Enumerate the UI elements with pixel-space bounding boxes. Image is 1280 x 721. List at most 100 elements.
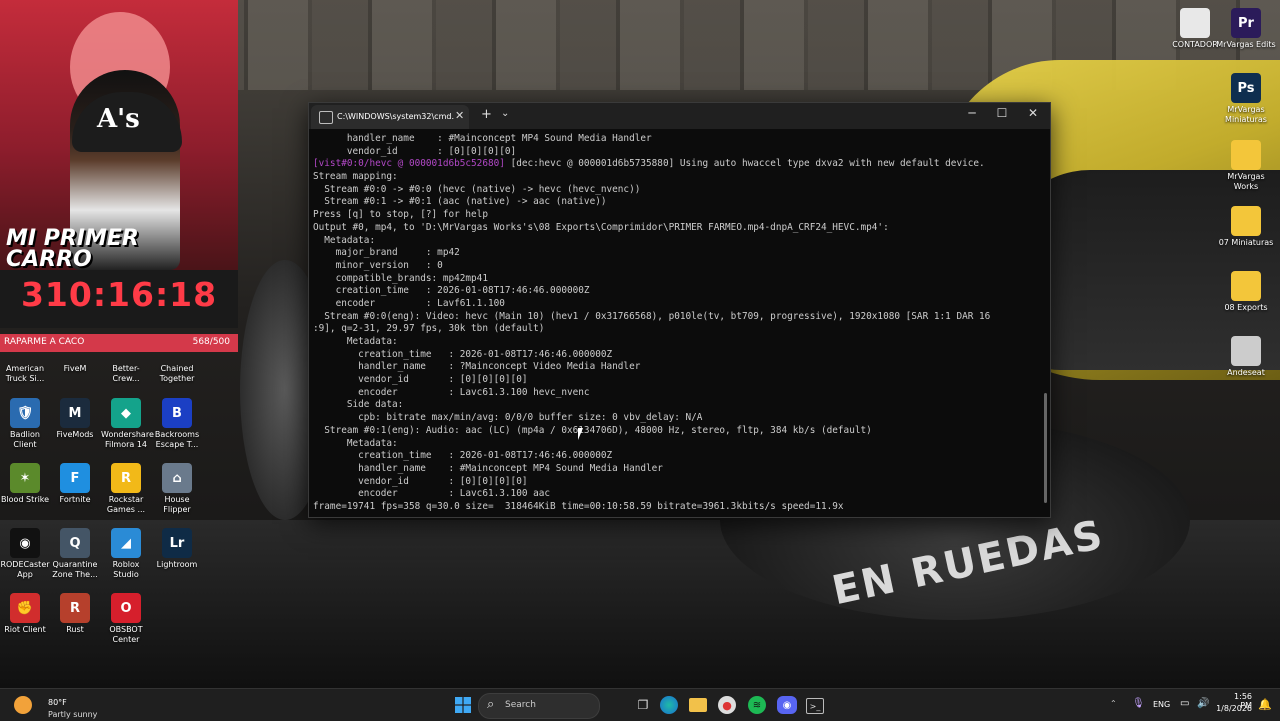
notification-bell-icon[interactable]: 🔔 xyxy=(1258,698,1272,711)
terminal-line: vendor_id : [0][0][0][0] xyxy=(313,146,1038,159)
terminal-line: minor_version : 0 xyxy=(313,260,1038,273)
terminal-titlebar[interactable]: C:\WINDOWS\system32\cmd. ✕ + ⌄ ─ ☐ ✕ xyxy=(309,103,1050,129)
desktop-icon-label: Wondershare Filmora 14 xyxy=(101,430,154,449)
desktop-icon[interactable]: O OBSBOT Center xyxy=(101,593,151,645)
chrome-icon[interactable]: ● xyxy=(718,696,736,714)
desktop-icon[interactable]: R Rockstar Games ... xyxy=(101,463,151,515)
desktop-icon[interactable]: Q Quarantine Zone The... xyxy=(50,528,100,580)
desktop-icon[interactable]: Ps MrVargas Miniaturas xyxy=(1216,73,1276,125)
terminal-line: Stream mapping: xyxy=(313,171,1038,184)
terminal-tab[interactable]: C:\WINDOWS\system32\cmd. ✕ xyxy=(311,105,469,129)
terminal-line: vendor_id : [0][0][0][0] xyxy=(313,476,1038,489)
spotify-icon[interactable]: ≋ xyxy=(748,696,766,714)
terminal-line: frame=19741 fps=358 q=30.0 size= 318464K… xyxy=(313,501,1038,511)
discord-icon[interactable]: ◉ xyxy=(777,696,797,714)
terminal-line-prefix: [vist#0:0/hevc @ 000001d6b5c52680] xyxy=(313,158,511,170)
premiere-icon: Pr xyxy=(1231,8,1261,38)
terminal-tab-title: C:\WINDOWS\system32\cmd. xyxy=(337,112,454,121)
terminal-window[interactable]: C:\WINDOWS\system32\cmd. ✕ + ⌄ ─ ☐ ✕ han… xyxy=(308,102,1051,518)
athletics-cap-logo-icon: A's xyxy=(97,104,140,134)
badlion-icon: 🛡 xyxy=(10,398,40,428)
terminal-line: Output #0, mp4, to 'D:\MrVargas Works's\… xyxy=(313,222,1038,235)
microphone-icon[interactable]: 🎙 xyxy=(1132,698,1145,709)
desktop-icon[interactable]: BBetter-Crew... xyxy=(101,362,151,384)
desktop-icon-glyph: R xyxy=(69,600,80,616)
language-indicator[interactable]: ENG xyxy=(1153,700,1170,709)
desktop-icon[interactable]: B Backrooms Escape T... xyxy=(152,398,202,450)
desktop-icon[interactable]: MrVargas Works xyxy=(1216,140,1276,192)
task-view-icon[interactable]: ❐ xyxy=(632,694,654,716)
desktop-icon-glyph: ◆ xyxy=(121,405,131,421)
desktop-icon-label: Blood Strike xyxy=(0,495,50,504)
desktop-icon[interactable]: ⌂ House Flipper xyxy=(152,463,202,515)
desktop-icon[interactable]: ✊ Riot Client xyxy=(0,593,50,635)
minimize-button[interactable]: ─ xyxy=(957,106,987,120)
terminal-line: Stream #0:1 -> #0:1 (aac (native) -> aac… xyxy=(313,196,1038,209)
desktop-icon[interactable]: ◆ Wondershare Filmora 14 xyxy=(101,398,154,450)
start-button[interactable] xyxy=(452,694,474,716)
file-explorer-icon[interactable] xyxy=(689,698,707,712)
desktop-icon[interactable]: CChained Together xyxy=(152,362,202,384)
edge-icon[interactable] xyxy=(660,696,678,714)
desktop-icon-glyph: 🛡 xyxy=(16,405,34,421)
fivemods-icon: M xyxy=(60,398,90,428)
desktop-icon-glyph: ◉ xyxy=(19,535,31,551)
desktop-icon-glyph: B xyxy=(172,405,182,421)
desktop-icon[interactable]: ✶ Blood Strike xyxy=(0,463,50,505)
desktop-icon[interactable]: 07 Miniaturas xyxy=(1216,206,1276,248)
terminal-line: Press [q] to stop, [?] for help xyxy=(313,209,1038,222)
cmd-icon xyxy=(319,111,333,124)
terminal-line-text: handler_name : #Mainconcept MP4 Sound Me… xyxy=(313,133,652,144)
desktop-icon[interactable]: ◢ Roblox Studio xyxy=(101,528,151,580)
sun-icon xyxy=(14,696,32,714)
file-icon xyxy=(1180,8,1210,38)
clock-date[interactable]: 1/8/2026 xyxy=(1212,704,1252,713)
tray-chevron-up-icon[interactable]: ⌃ xyxy=(1110,699,1117,708)
close-window-button[interactable]: ✕ xyxy=(1018,106,1048,120)
desktop-icon[interactable]: R Rust xyxy=(50,593,100,635)
new-tab-button[interactable]: + xyxy=(481,107,492,122)
terminal-line-text: Side data: xyxy=(313,399,404,411)
terminal-line-text: creation_time : 2026-01-08T17:46:46.0000… xyxy=(313,285,590,297)
desktop-icon[interactable]: 08 Exports xyxy=(1216,271,1276,313)
terminal-line: handler_name : #Mainconcept MP4 Sound Me… xyxy=(313,133,1038,146)
network-icon[interactable]: ▭ xyxy=(1180,698,1189,709)
terminal-line: encoder : Lavf61.1.100 xyxy=(313,298,1038,311)
desktop-icon[interactable]: M FiveMods xyxy=(50,398,100,440)
andeseat-icon xyxy=(1231,336,1261,366)
desktop-icon-label: FiveM xyxy=(63,364,87,373)
volume-icon[interactable]: 🔊 xyxy=(1197,698,1209,709)
desktop-icon-label: Lightroom xyxy=(156,560,198,569)
terminal-output[interactable]: handler_name : #Mainconcept MP4 Sound Me… xyxy=(313,133,1038,511)
desktop-icon[interactable]: F Fortnite xyxy=(50,463,100,505)
chevron-down-icon[interactable]: ⌄ xyxy=(501,108,509,119)
terminal-scrollbar[interactable] xyxy=(1044,393,1047,503)
maximize-button[interactable]: ☐ xyxy=(987,106,1017,120)
desktop-icon[interactable]: Andeseat xyxy=(1216,336,1276,378)
terminal-line-text: Stream #0:0 -> #0:0 (hevc (native) -> he… xyxy=(313,183,641,195)
desktop-icon-label: American Truck Si... xyxy=(5,364,45,383)
desktop-icon[interactable]: 🚚American Truck Si... xyxy=(0,362,50,384)
terminal-line-text: Press [q] to stop, [?] for help xyxy=(313,209,488,221)
desktop-icon[interactable]: FFiveM xyxy=(50,362,100,374)
terminal-line-text: Stream mapping: xyxy=(313,171,398,183)
close-tab-icon[interactable]: ✕ xyxy=(455,109,464,122)
terminal-taskbar-icon[interactable]: >_ xyxy=(806,698,824,714)
stream-title-line2: CARRO xyxy=(6,247,92,271)
rodecaster-icon: ◉ xyxy=(10,528,40,558)
terminal-line: creation_time : 2026-01-08T17:46:46.0000… xyxy=(313,349,1038,362)
backrooms-icon: B xyxy=(162,398,192,428)
desktop-icon-label: Chained Together xyxy=(159,364,195,383)
terminal-line-text: Metadata: xyxy=(313,437,398,449)
stream-title-line1: MI PRIMER xyxy=(6,226,139,251)
taskbar-search[interactable]: ⌕ Search xyxy=(478,693,600,719)
desktop-icon[interactable]: Pr MrVargas Edits xyxy=(1216,8,1276,50)
houseflipper-icon: ⌂ xyxy=(162,463,192,493)
desktop-icon[interactable]: 🛡 Badlion Client xyxy=(0,398,50,450)
desktop-icon-label: House Flipper xyxy=(163,495,191,514)
desktop-icon[interactable]: ◉ RODECaster App xyxy=(0,528,50,580)
weather-desc: Partly sunny xyxy=(48,710,98,719)
desktop-icon-label: RODECaster App xyxy=(0,560,50,579)
desktop-icon[interactable]: Lr Lightroom xyxy=(152,528,202,570)
terminal-line-text: vendor_id : [0][0][0][0] xyxy=(313,145,517,157)
